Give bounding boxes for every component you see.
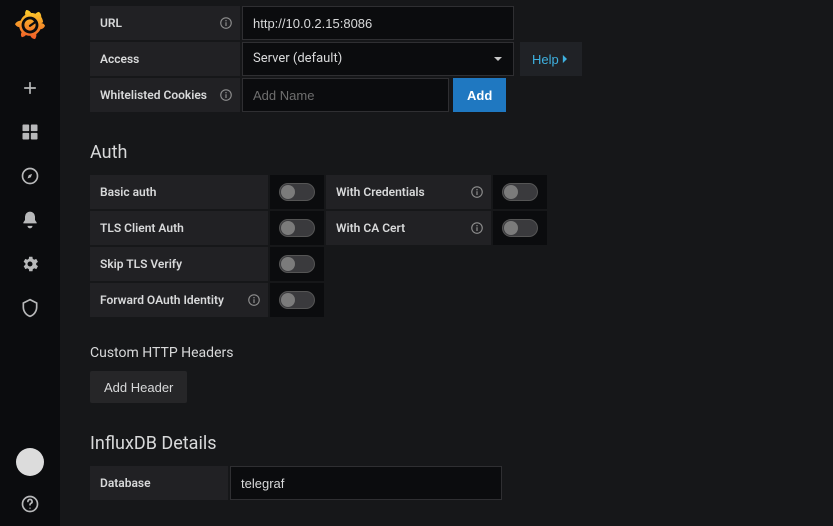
skip-tls-verify-label: Skip TLS Verify [90, 247, 268, 281]
add-cookie-button[interactable]: Add [453, 78, 506, 112]
database-input[interactable] [231, 467, 501, 499]
influxdb-section-title: InfluxDB Details [90, 433, 813, 454]
sidebar [0, 0, 60, 526]
avatar[interactable] [16, 448, 44, 476]
with-ca-cert-label: With CA Cert [326, 211, 491, 245]
main-form: URL Access Server (default) Help Whiteli… [60, 0, 833, 526]
access-select[interactable]: Server (default) [242, 42, 514, 76]
add-icon[interactable] [20, 78, 40, 98]
forward-oauth-toggle[interactable] [279, 291, 315, 309]
cookies-input[interactable] [243, 79, 448, 111]
info-icon[interactable] [248, 294, 260, 306]
info-icon[interactable] [220, 17, 232, 29]
add-header-button[interactable]: Add Header [90, 371, 187, 403]
cookies-label: Whitelisted Cookies [90, 78, 240, 112]
tls-client-auth-toggle[interactable] [279, 219, 315, 237]
caret-down-icon [493, 54, 503, 64]
explore-icon[interactable] [20, 166, 40, 186]
alerting-icon[interactable] [20, 210, 40, 230]
tls-client-auth-label: TLS Client Auth [90, 211, 268, 245]
with-ca-cert-toggle[interactable] [502, 219, 538, 237]
auth-section-title: Auth [90, 142, 813, 163]
database-label: Database [90, 466, 228, 500]
with-credentials-label: With Credentials [326, 175, 491, 209]
server-admin-icon[interactable] [20, 298, 40, 318]
access-label: Access [90, 42, 240, 76]
info-icon[interactable] [471, 222, 483, 234]
help-button[interactable]: Help [520, 42, 582, 76]
forward-oauth-label: Forward OAuth Identity [90, 283, 268, 317]
skip-tls-verify-toggle[interactable] [279, 255, 315, 273]
with-credentials-toggle[interactable] [502, 183, 538, 201]
basic-auth-label: Basic auth [90, 175, 268, 209]
custom-headers-title: Custom HTTP Headers [90, 345, 813, 361]
info-icon[interactable] [471, 186, 483, 198]
basic-auth-toggle[interactable] [279, 183, 315, 201]
grafana-logo-icon[interactable] [15, 10, 45, 40]
url-input[interactable] [243, 7, 513, 39]
url-label: URL [90, 6, 240, 40]
help-icon[interactable] [20, 494, 40, 514]
info-icon[interactable] [220, 89, 232, 101]
configuration-icon[interactable] [20, 254, 40, 274]
dashboards-icon[interactable] [20, 122, 40, 142]
